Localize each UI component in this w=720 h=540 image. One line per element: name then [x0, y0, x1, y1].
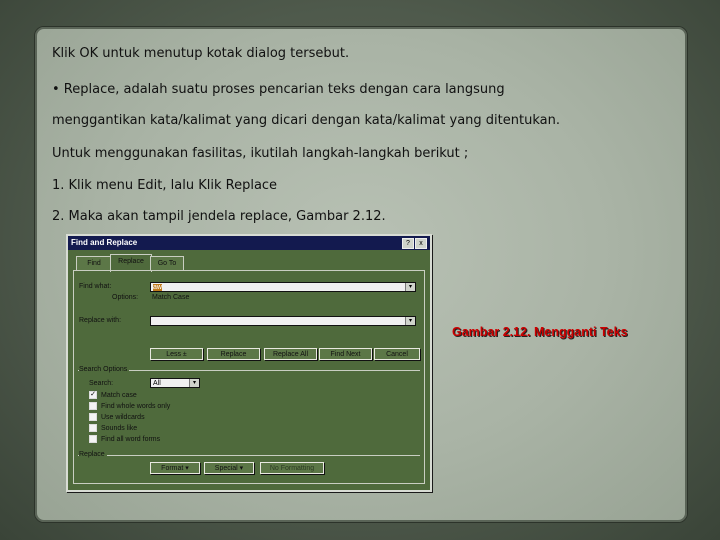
search-options-divider	[78, 370, 420, 371]
dialog-title: Find and Replace	[71, 238, 138, 247]
options-label: Options:	[112, 294, 139, 301]
text-line-5: 1. Klik menu Edit, lalu Klik Replace	[52, 178, 278, 193]
replace-button[interactable]: Replace	[207, 348, 260, 360]
search-value: All	[153, 380, 161, 387]
cancel-button[interactable]: Cancel	[374, 348, 420, 360]
tab-goto[interactable]: Go To	[150, 256, 184, 271]
close-button[interactable]: x	[415, 238, 427, 249]
dialog-titlebar: Find and Replace ? x	[68, 236, 430, 250]
text-line-2: • Replace, adalah suatu proses pencarian…	[52, 82, 505, 97]
text-line-4: Untuk menggunakan fasilitas, ikutilah la…	[52, 146, 469, 161]
text-line-6: 2. Maka akan tampil jendela replace, Gam…	[52, 209, 386, 224]
replace-all-button[interactable]: Replace All	[264, 348, 317, 360]
sounds-like-checkbox[interactable]	[89, 424, 97, 432]
slide-background: Klik OK untuk menutup kotak dialog terse…	[0, 0, 720, 540]
wildcards-label: Use wildcards	[101, 414, 145, 421]
help-button[interactable]: ?	[402, 238, 414, 249]
find-what-value: aw	[153, 284, 162, 291]
no-formatting-button[interactable]: No Formatting	[260, 462, 324, 474]
wildcards-checkbox[interactable]	[89, 413, 97, 421]
replace-with-label: Replace with:	[79, 317, 122, 324]
dialog-body: Find what: aw ▾ Options: Match Case Repl…	[73, 270, 425, 484]
match-case-label: Match case	[101, 392, 137, 399]
search-dropdown[interactable]: All ▾	[150, 378, 200, 388]
special-button[interactable]: Special ▾	[204, 462, 254, 474]
chevron-down-icon[interactable]: ▾	[405, 317, 415, 325]
options-value: Match Case	[152, 294, 190, 301]
format-button[interactable]: Format ▾	[150, 462, 200, 474]
text-line-1: Klik OK untuk menutup kotak dialog terse…	[52, 46, 350, 61]
replace-group-divider	[78, 455, 420, 456]
less-button[interactable]: Less ±	[150, 348, 203, 360]
figure-caption: Gambar 2.12. Mengganti Teks	[452, 325, 628, 339]
search-label: Search:	[89, 380, 114, 387]
chevron-down-icon[interactable]: ▾	[189, 379, 199, 387]
sounds-like-label: Sounds like	[101, 425, 138, 432]
chevron-down-icon[interactable]: ▾	[405, 283, 415, 291]
whole-words-label: Find whole words only	[101, 403, 171, 410]
whole-words-checkbox[interactable]	[89, 402, 97, 410]
search-options-label: Search Options	[79, 366, 130, 373]
match-case-checkbox[interactable]: ✓	[89, 391, 97, 399]
word-forms-label: Find all word forms	[101, 436, 161, 443]
find-what-field[interactable]: aw ▾	[150, 282, 416, 292]
find-replace-dialog: Find and Replace ? x Find Replace Go To …	[66, 234, 432, 492]
find-next-button[interactable]: Find Next	[319, 348, 372, 360]
tab-find[interactable]: Find	[76, 256, 112, 271]
replace-with-field[interactable]: ▾	[150, 316, 416, 326]
word-forms-checkbox[interactable]	[89, 435, 97, 443]
find-what-label: Find what:	[79, 283, 112, 290]
text-line-3: menggantikan kata/kalimat yang dicari de…	[52, 113, 560, 128]
replace-group-label: Replace	[79, 451, 107, 458]
